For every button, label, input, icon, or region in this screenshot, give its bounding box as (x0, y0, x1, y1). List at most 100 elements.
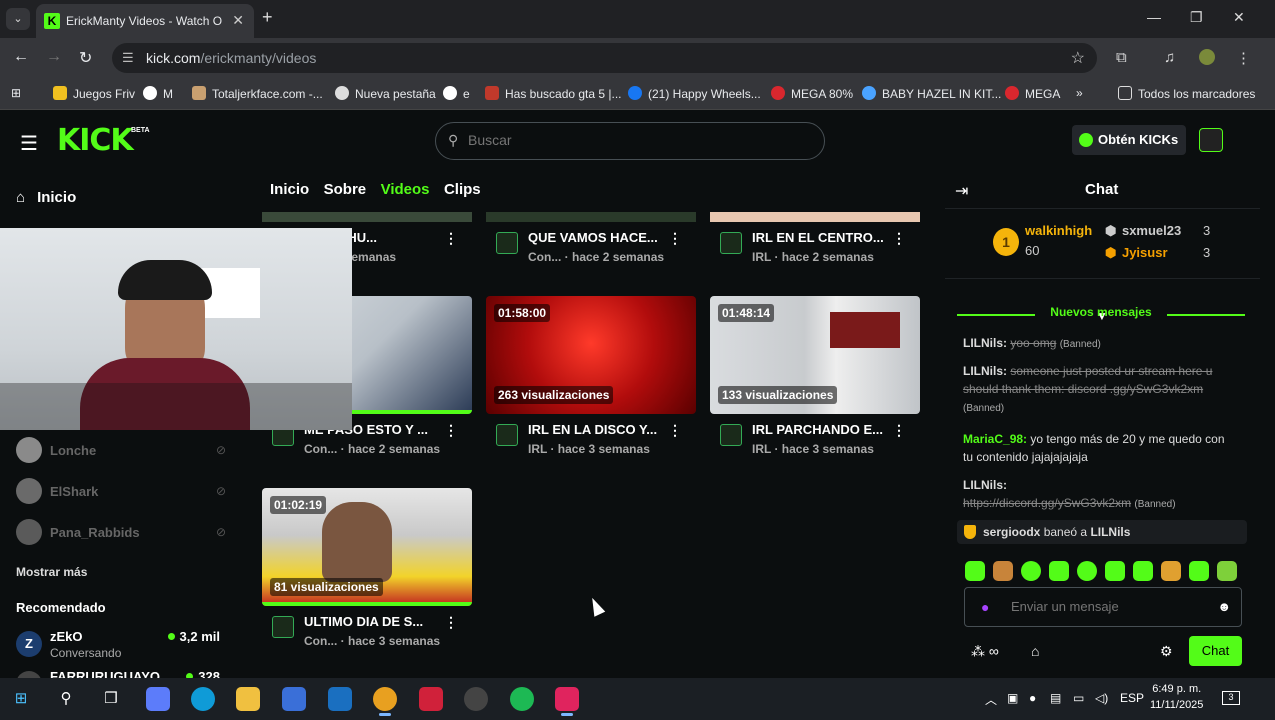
sidebar-item-home[interactable]: ⌂ Inicio (16, 189, 76, 206)
top-supporter-name[interactable]: walkinhigh (1025, 223, 1092, 238)
show-more-link[interactable]: Mostrar más (16, 565, 87, 579)
more-options-icon[interactable]: ⋮ (444, 230, 458, 247)
video-thumbnail[interactable]: 01:58:00 263 visualizaciones (486, 296, 696, 414)
file-explorer-icon[interactable] (236, 687, 260, 711)
collapse-chat-icon[interactable]: ⇥ (955, 181, 968, 201)
more-options-icon[interactable]: ⋮ (668, 422, 682, 439)
users-icon[interactable]: ⁂ ∞ (971, 643, 999, 660)
channel-avatar[interactable] (720, 232, 742, 254)
clock[interactable]: 6:49 p. m. 11/11/2025 (1150, 681, 1203, 713)
close-window-icon[interactable]: ✕ (1233, 9, 1245, 26)
more-options-icon[interactable]: ⋮ (444, 614, 458, 631)
address-bar[interactable]: ☰ kick.com/erickmanty/videos ☆ (112, 43, 1097, 73)
microphone-icon[interactable]: ● (981, 599, 989, 615)
video-card[interactable]: 01:58:00 263 visualizaciones IRL EN LA D… (486, 296, 696, 456)
supporter-entry[interactable]: ⬢ Jyisusr 3 (1105, 245, 1210, 261)
adobe-icon[interactable] (419, 687, 443, 711)
restore-icon[interactable]: ❐ (1190, 9, 1203, 26)
bookmark-item[interactable]: Totaljerkface.com -... (192, 86, 323, 101)
volume-icon[interactable]: ◁) (1095, 691, 1108, 705)
back-icon[interactable]: ← (13, 48, 29, 66)
channel-avatar[interactable] (496, 232, 518, 254)
task-view-icon[interactable]: ❒ (99, 687, 123, 711)
network-icon[interactable]: ▭ (1073, 691, 1084, 705)
chat-input-box[interactable]: ● ☻ (964, 587, 1242, 627)
obs-icon[interactable] (464, 687, 488, 711)
video-thumbnail[interactable]: 01:02:19 81 visualizaciones (262, 488, 472, 606)
tab-search-icon[interactable]: ⌄ (6, 8, 30, 30)
tiktok-icon[interactable] (555, 687, 579, 716)
bookmark-item[interactable]: Juegos Friv (53, 86, 135, 101)
video-card[interactable]: IRL EN EL CENTRO... IRL · hace 2 semanas… (710, 104, 920, 264)
kick-logo[interactable]: KICK (57, 123, 134, 158)
sidebar-following-item[interactable]: Pana_Rabbids ⊘ (16, 519, 226, 547)
supporter-entry[interactable]: ⬢ sxmuel23 3 (1105, 223, 1210, 239)
menu-kebab-icon[interactable]: ⋮ (1236, 49, 1251, 67)
channel-avatar[interactable] (272, 616, 294, 638)
channel-avatar[interactable] (720, 424, 742, 446)
video-card[interactable]: QUE VAMOS HACE... Con... · hace 2 semana… (486, 104, 696, 264)
apps-grid-icon[interactable]: ⊞ (11, 86, 21, 100)
hamburger-menu-icon[interactable]: ☰ (20, 131, 38, 156)
all-bookmarks[interactable]: Todos los marcadores (1118, 86, 1255, 101)
spotify-icon[interactable] (510, 687, 534, 711)
more-options-icon[interactable]: ⋮ (892, 422, 906, 439)
new-tab-icon[interactable]: + (262, 7, 273, 28)
bookmark-item[interactable]: MEGA 80% (771, 86, 853, 101)
reload-icon[interactable]: ↻ (79, 48, 92, 68)
bookmark-item[interactable]: e (443, 86, 470, 101)
extensions-icon[interactable]: ⧉ (1116, 49, 1127, 66)
chat-settings-icon[interactable]: ⚙ (1160, 643, 1173, 660)
video-title[interactable]: ULTIMO DIA DE S... (304, 614, 423, 629)
notifications-icon[interactable]: 3 (1222, 691, 1240, 705)
site-info-icon[interactable]: ☰ (122, 50, 134, 66)
language-indicator[interactable]: ESP (1120, 691, 1144, 705)
copilot-icon[interactable] (146, 687, 170, 711)
emoji-picker-icon[interactable]: ☻ (1217, 599, 1231, 614)
tray-overflow-icon[interactable]: ︿ (985, 691, 997, 708)
user-avatar[interactable] (1199, 128, 1223, 152)
more-options-icon[interactable]: ⋮ (668, 230, 682, 247)
chat-message-input[interactable] (1011, 599, 1201, 614)
microphone-icon[interactable]: ● (1029, 691, 1036, 705)
bookmark-item[interactable]: Has buscado gta 5 |... (485, 86, 622, 101)
outlook-icon[interactable] (328, 687, 352, 711)
recommended-channel[interactable]: Z zEkO Conversando 3,2 mil (16, 629, 226, 663)
video-title[interactable]: IRL PARCHANDO E... (752, 422, 883, 437)
windows-start-icon[interactable]: ⊞ (9, 687, 33, 711)
send-chat-button[interactable]: Chat (1189, 636, 1242, 666)
profile-avatar-icon[interactable] (1199, 49, 1215, 65)
emote-icon[interactable] (1049, 561, 1069, 581)
more-options-icon[interactable]: ⋮ (444, 422, 458, 439)
emote-icon[interactable] (1189, 561, 1209, 581)
bookmarks-overflow-icon[interactable]: » (1076, 86, 1083, 100)
forward-icon[interactable]: → (46, 48, 62, 66)
get-kicks-button[interactable]: Obtén KICKs (1072, 125, 1186, 155)
bookmark-star-icon[interactable]: ☆ (1071, 48, 1085, 68)
emote-icon[interactable] (1133, 561, 1153, 581)
sidebar-following-item[interactable]: Lonche ⊘ (16, 437, 226, 465)
emote-icon[interactable] (1021, 561, 1041, 581)
chrome-icon[interactable] (373, 687, 397, 716)
search-icon[interactable]: ⚲ (54, 687, 78, 711)
emote-icon[interactable] (1077, 561, 1097, 581)
tray-app-icon[interactable]: ▣ (1007, 691, 1018, 705)
emote-icon[interactable] (1105, 561, 1125, 581)
video-title[interactable]: QUE VAMOS HACE... (528, 230, 658, 245)
url-text[interactable]: kick.com/erickmanty/videos (146, 50, 316, 66)
bookmark-item[interactable]: MEGA (1005, 86, 1060, 101)
emote-icon[interactable] (993, 561, 1013, 581)
store-icon[interactable]: ⌂ (1031, 643, 1039, 659)
emote-icon[interactable] (1161, 561, 1181, 581)
media-control-icon[interactable]: ♫ (1164, 49, 1175, 66)
bookmark-item[interactable]: Nueva pestaña (335, 86, 436, 101)
edge-icon[interactable] (191, 687, 215, 711)
channel-avatar[interactable] (496, 424, 518, 446)
video-card[interactable]: 01:02:19 81 visualizaciones ULTIMO DIA D… (262, 488, 472, 648)
bookmark-item[interactable]: M (143, 86, 173, 101)
browser-tab[interactable]: K ErickManty Videos - Watch On ✕ (36, 4, 254, 38)
video-title[interactable]: IRL EN EL CENTRO... (752, 230, 884, 245)
video-thumbnail[interactable]: 01:48:14 133 visualizaciones (710, 296, 920, 414)
tray-app-icon[interactable]: ▤ (1050, 691, 1061, 705)
emote-icon[interactable] (1217, 561, 1237, 581)
